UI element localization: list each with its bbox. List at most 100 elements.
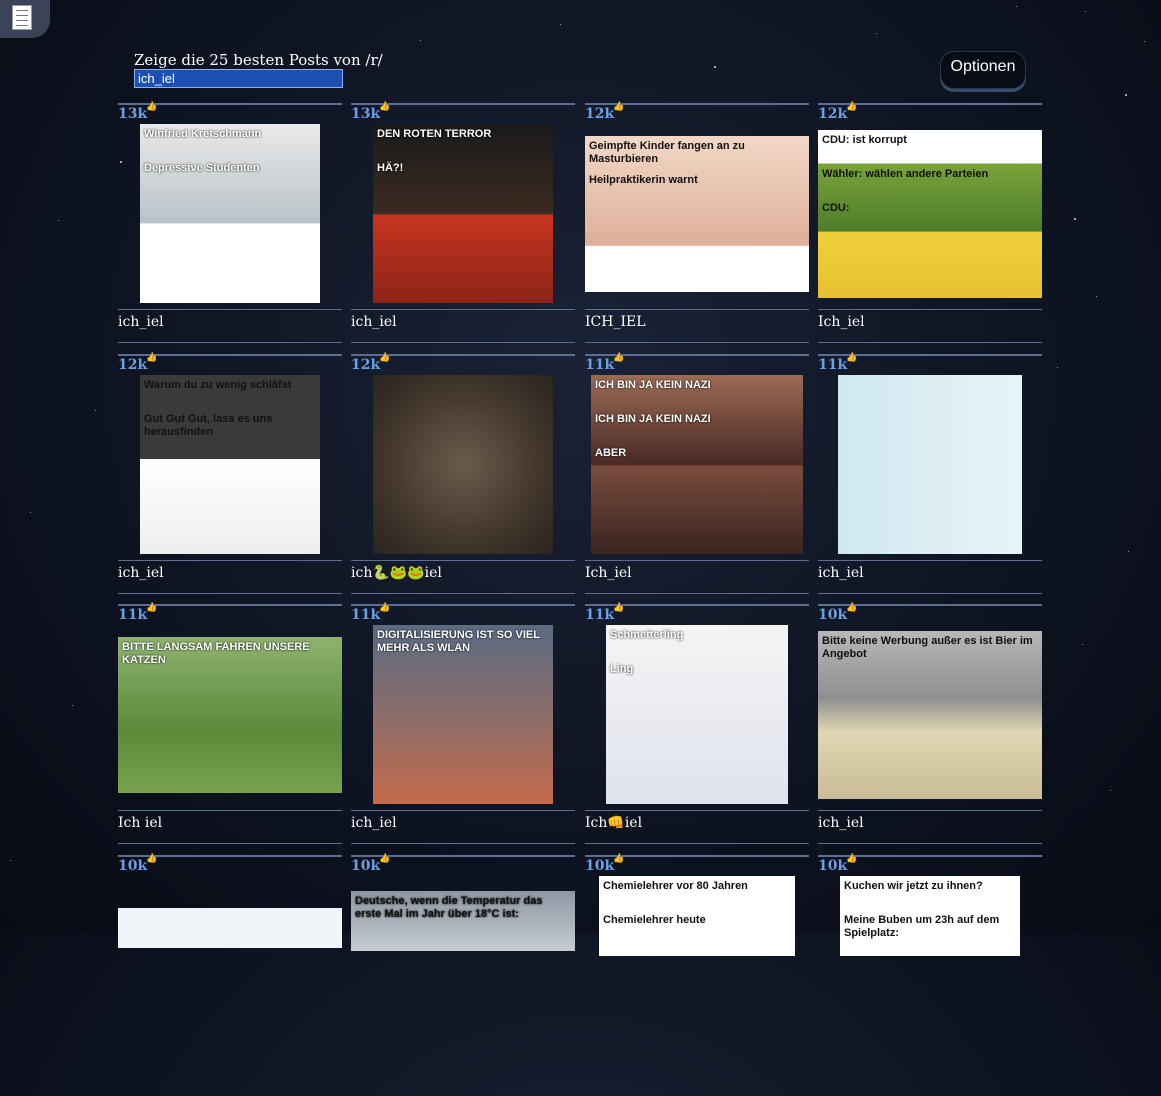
post-title[interactable]: ich_iel xyxy=(818,815,864,831)
post-image[interactable]: Geimpfte Kinder fangen an zu Masturbiere… xyxy=(585,136,809,292)
post-score: 12k xyxy=(585,106,615,122)
post-title[interactable]: Ich_iel xyxy=(585,565,632,581)
image-caption: Kuchen wir jetzt zu ihnen? xyxy=(844,880,983,892)
image-caption: BITTE LANGSAM FAHREN UNSERE KATZEN xyxy=(122,641,310,666)
post-image[interactable]: CDU: ist korrupt Wähler: wählen andere Pa… xyxy=(818,130,1042,298)
post-title[interactable]: ich_iel xyxy=(351,314,397,330)
image-caption: ICH BIN JA KEIN NAZI xyxy=(595,379,711,391)
divider xyxy=(351,843,575,844)
post-title[interactable]: ich_iel xyxy=(118,314,164,330)
divider xyxy=(585,843,809,844)
post-title[interactable]: ICH_IEL xyxy=(585,314,646,330)
post-image[interactable]: Bitte keine Werbung außer es ist Bier im… xyxy=(818,631,1042,799)
post-image[interactable]: DEN ROTEN TERROR HÄ?! xyxy=(373,124,553,303)
post-title[interactable]: Ich_iel xyxy=(818,314,865,330)
image-caption: Depressive Studenten xyxy=(144,162,260,174)
post-image[interactable]: DIGITALISIERUNG IST SO VIEL MEHR ALS WLA… xyxy=(373,625,553,804)
post-image[interactable]: ICH BIN JA KEIN NAZI ICH BIN JA KEIN NAZI… xyxy=(591,375,803,554)
post-image[interactable] xyxy=(838,375,1022,554)
post-score: 10k xyxy=(118,858,148,874)
upvote-icon xyxy=(846,603,857,613)
reader-mode-tab[interactable] xyxy=(0,0,50,38)
post-title[interactable]: ich🐍🐸🐸iel xyxy=(351,565,442,581)
image-caption: Schmetterling xyxy=(610,629,684,641)
upvote-icon xyxy=(846,854,857,864)
post-score: 10k xyxy=(818,607,848,623)
post-title[interactable]: Ich👊iel xyxy=(585,815,642,831)
image-caption: DEN ROTEN TERROR xyxy=(377,128,492,140)
post-card[interactable]: 12k CDU: ist korrupt Wähler: wählen andere… xyxy=(818,103,1042,344)
post-card[interactable]: 10k Deutsche, wenn die Temperatur das ers… xyxy=(351,855,575,1096)
post-card[interactable]: 11k DIGITALISIERUNG IST SO VIEL MEHR ALS … xyxy=(351,604,575,845)
image-caption: HÄ?! xyxy=(377,162,404,174)
post-image[interactable]: Kuchen wir jetzt zu ihnen? Meine Buben um… xyxy=(840,876,1020,956)
divider xyxy=(818,309,1042,310)
post-card[interactable]: 12k ich🐍🐸🐸iel xyxy=(351,354,575,595)
subreddit-input[interactable] xyxy=(134,69,343,88)
post-image[interactable]: Chemielehrer vor 80 Jahren Chemielehrer h… xyxy=(599,876,795,956)
image-caption: CDU: xyxy=(822,202,850,214)
post-image[interactable] xyxy=(118,908,342,948)
post-image[interactable]: BITTE LANGSAM FAHREN UNSERE KATZEN xyxy=(118,637,342,793)
post-card[interactable]: 12k Geimpfte Kinder fangen an zu Masturbi… xyxy=(585,103,809,344)
post-title[interactable]: ich_iel xyxy=(118,565,164,581)
post-score: 10k xyxy=(585,858,615,874)
post-card[interactable]: 13k DEN ROTEN TERROR HÄ?! ich_iel xyxy=(351,103,575,344)
upvote-icon xyxy=(146,353,157,363)
divider xyxy=(585,560,809,561)
image-caption: Winfried Kretschmann xyxy=(144,128,262,140)
divider xyxy=(818,843,1042,844)
post-card[interactable]: 10k xyxy=(118,855,342,1096)
upvote-icon xyxy=(379,603,390,613)
divider xyxy=(585,342,809,343)
post-card[interactable]: 10k Bitte keine Werbung außer es ist Bier… xyxy=(818,604,1042,845)
options-button[interactable]: Optionen xyxy=(940,51,1026,89)
upvote-icon xyxy=(613,102,624,112)
divider xyxy=(351,560,575,561)
post-card[interactable]: 10k Kuchen wir jetzt zu ihnen? Meine Buben… xyxy=(818,855,1042,1096)
post-image[interactable] xyxy=(373,375,553,554)
image-caption: Ling xyxy=(610,663,634,675)
post-score: 12k xyxy=(118,357,148,373)
divider xyxy=(351,593,575,594)
post-score: 12k xyxy=(351,357,381,373)
divider xyxy=(585,593,809,594)
post-image[interactable]: Deutsche, wenn die Temperatur das erste … xyxy=(351,891,575,951)
image-caption: DIGITALISIERUNG IST SO VIEL MEHR ALS WLA… xyxy=(377,629,540,654)
post-image[interactable]: Warum du zu wenig schläfst Gut Gut Gut, l… xyxy=(140,375,320,554)
upvote-icon xyxy=(379,854,390,864)
post-card[interactable]: 11k BITTE LANGSAM FAHREN UNSERE KATZEN Ich… xyxy=(118,604,342,845)
post-title[interactable]: ich_iel xyxy=(351,815,397,831)
upvote-icon xyxy=(613,603,624,613)
post-card[interactable]: 10k Chemielehrer vor 80 JahrenChemielehre… xyxy=(585,855,809,1096)
upvote-icon xyxy=(146,102,157,112)
upvote-icon xyxy=(846,353,857,363)
post-image[interactable]: Winfried Kretschmann Depressive Studenten xyxy=(140,124,320,303)
post-score: 10k xyxy=(818,858,848,874)
post-score: 11k xyxy=(585,357,615,373)
post-image[interactable]: Schmetterling Ling xyxy=(606,625,788,804)
image-caption: Gut Gut Gut, lass es uns herausfinden xyxy=(144,413,273,438)
divider xyxy=(118,560,342,561)
upvote-icon xyxy=(613,854,624,864)
post-card[interactable]: 11k Schmetterling Ling Ich👊iel xyxy=(585,604,809,845)
upvote-icon xyxy=(146,603,157,613)
divider xyxy=(351,309,575,310)
document-icon xyxy=(12,5,32,30)
image-caption: Heilpraktikerin warnt xyxy=(589,174,698,186)
post-score: 13k xyxy=(351,106,381,122)
header-label: Zeige die 25 besten Posts von /r/ xyxy=(134,51,383,69)
image-caption: Bitte keine Werbung außer es ist Bier im… xyxy=(822,635,1033,660)
image-caption: Warum du zu wenig schläfst xyxy=(144,379,292,391)
post-title[interactable]: Ich iel xyxy=(118,815,162,831)
post-card[interactable]: 11k ICH BIN JA KEIN NAZIICH BIN JA KEIN N… xyxy=(585,354,809,595)
image-caption: ABER xyxy=(595,447,627,459)
post-card[interactable]: 11k ich_iel xyxy=(818,354,1042,595)
image-caption: CDU: ist korrupt xyxy=(822,134,907,146)
post-title[interactable]: ich_iel xyxy=(818,565,864,581)
post-card[interactable]: 13k Winfried Kretschmann Depressive Studen… xyxy=(118,103,342,344)
post-card[interactable]: 12k Warum du zu wenig schläfst Gut Gut Gut… xyxy=(118,354,342,595)
image-caption: Chemielehrer vor 80 Jahren xyxy=(603,880,748,892)
divider xyxy=(818,560,1042,561)
divider xyxy=(118,309,342,310)
